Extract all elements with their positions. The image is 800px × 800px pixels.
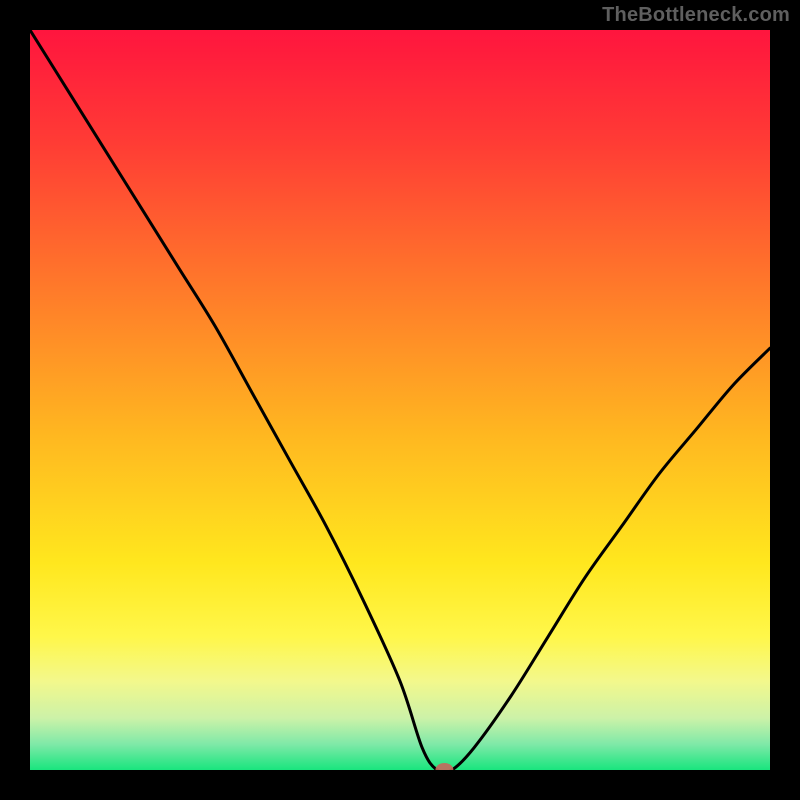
bottleneck-chart — [30, 30, 770, 770]
watermark-label: TheBottleneck.com — [602, 4, 790, 27]
chart-background — [30, 30, 770, 770]
